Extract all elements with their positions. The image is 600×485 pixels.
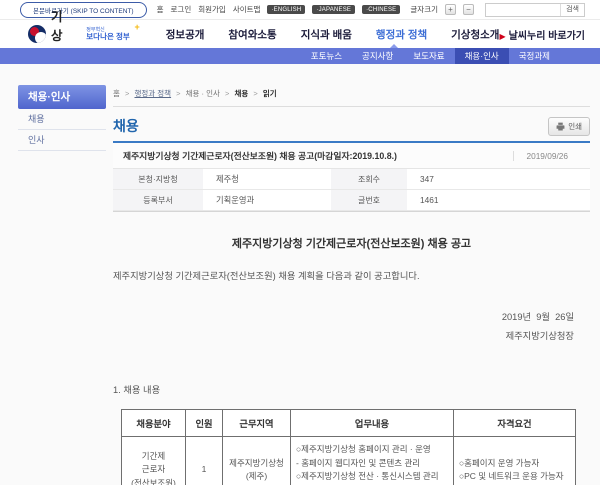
field-label-post-number: 글번호 — [331, 190, 407, 211]
breadcrumb-admin-policy[interactable]: 행정과 정책 — [134, 89, 171, 98]
site-header: 기상청 정부혁신 보다나은 정부 + 정보공개 참여와소통 지식과 배움 행정과… — [0, 20, 600, 48]
qualification-line: ○홈페이지 운영 가능자 — [459, 457, 570, 471]
sidebar: 채용·인사 채용 인사 — [18, 85, 106, 151]
subnav-notices[interactable]: 공지사항 — [352, 48, 403, 64]
sitemap-link[interactable]: 사이트맵 — [233, 4, 261, 15]
search-button[interactable]: 검색 — [560, 4, 584, 16]
font-size-label: 글자크기 — [410, 4, 438, 15]
nav-item-info-disclosure[interactable]: 정보공개 — [166, 27, 205, 42]
article-body: 제주지방기상청 기간제근로자(전산보조원) 채용 공고 제주지방기상청 기간제근… — [113, 235, 590, 485]
sidebar-title: 채용·인사 — [18, 85, 106, 109]
main-nav: 정보공개 참여와소통 지식과 배움 행정과 정책 기상청소개 — [166, 27, 500, 42]
breadcrumb-separator: > — [125, 89, 129, 98]
lang-english-button[interactable]: ·ENGLISH — [267, 5, 305, 14]
subnav-photo-news[interactable]: 포토뉴스 — [301, 48, 352, 64]
weather-link-label: 날씨누리 바로가기 — [509, 31, 585, 42]
nav-item-knowledge[interactable]: 지식과 배움 — [301, 27, 352, 42]
print-button-label: 인쇄 — [568, 121, 582, 132]
duty-line: ○제주지방기상청 홈페이지 관리 · 운영 — [296, 443, 448, 457]
field-value-post-number: 1461 — [407, 190, 590, 211]
col-header-field: 채용분야 — [122, 410, 186, 437]
font-size-increase-button[interactable]: + — [445, 4, 456, 15]
page: 본문바로가기 (SKIP TO CONTENT) 홈 로그인 회원가입 사이트맵… — [0, 0, 600, 485]
recruitment-table: 채용분야 인원 근무지역 업무내용 자격요건 기간제 근로자 (전산보조원) 1… — [121, 409, 576, 485]
lang-japanese-button[interactable]: ·JAPANESE — [312, 5, 355, 14]
cell-qualifications: ○홈페이지 운영 가능자 ○PC 및 네트워크 운용 가능자 — [454, 437, 576, 485]
cell-location: 제주지방기상청 (제주) — [223, 437, 291, 485]
field-value-department: 기획운영과 — [203, 190, 331, 211]
printer-icon — [556, 122, 565, 131]
article-signature: 제주지방기상청장 — [113, 328, 590, 342]
print-button[interactable]: 인쇄 — [548, 117, 590, 136]
breadcrumb-separator: > — [253, 89, 257, 98]
weather-portal-link[interactable]: ▶ 날씨누리 바로가기 — [499, 27, 585, 42]
font-size-decrease-button[interactable]: − — [463, 4, 474, 15]
col-header-count: 인원 — [186, 410, 223, 437]
breadcrumb-separator: > — [176, 89, 180, 98]
breadcrumb-recruit-personnel[interactable]: 채용 · 인사 — [186, 89, 220, 98]
field-label-department: 등록부서 — [113, 190, 203, 211]
login-link[interactable]: 로그인 — [171, 4, 192, 15]
lang-chinese-button[interactable]: ·CHINESE — [362, 5, 400, 14]
badge-plus-icon: + — [134, 23, 139, 32]
cell-duties: ○제주지방기상청 홈페이지 관리 · 운영 - 홈페이지 웹디자인 및 콘텐츠 … — [291, 437, 454, 485]
subnav-pointer-icon — [390, 44, 398, 48]
sidebar-item-recruitment[interactable]: 채용 — [18, 109, 106, 130]
breadcrumb-separator: > — [225, 89, 229, 98]
cell-count: 1 — [186, 437, 223, 485]
article-intro: 제주지방기상청 기간제근로자(전산보조원) 채용 계획을 다음과 같이 공고합니… — [113, 268, 590, 282]
nav-item-participation[interactable]: 참여와소통 — [228, 27, 276, 42]
breadcrumb-read: 읽기 — [263, 89, 277, 98]
page-title-row: 채용 인쇄 — [113, 116, 590, 136]
government-emblem-icon — [28, 25, 46, 43]
cell-field: 기간제 근로자 (전산보조원) — [122, 437, 186, 485]
main-content: 홈 > 행정과 정책 > 채용 · 인사 > 채용 > 읽기 채용 인쇄 — [111, 85, 590, 485]
field-label-views: 조회수 — [331, 169, 407, 190]
post-date-divider — [513, 151, 514, 161]
nav-item-admin-policy[interactable]: 행정과 정책 — [376, 27, 427, 42]
post-date: 2019/09/26 — [526, 151, 580, 161]
sub-nav-bar: 포토뉴스 공지사항 보도자료 채용·인사 국정과제 — [0, 48, 600, 64]
col-header-location: 근무지역 — [223, 410, 291, 437]
field-value-views: 347 — [407, 169, 590, 190]
qualification-line: ○PC 및 네트워크 운용 가능자 — [459, 470, 570, 484]
subnav-press-releases[interactable]: 보도자료 — [403, 48, 454, 64]
search-box: 검색 — [485, 3, 585, 17]
section-1-heading: 1. 채용 내용 — [113, 382, 590, 396]
topbar-right: 홈 로그인 회원가입 사이트맵 ·ENGLISH ·JAPANESE ·CHIN… — [157, 3, 585, 17]
nav-item-about-kma[interactable]: 기상청소개 — [451, 27, 499, 42]
table-row: 기간제 근로자 (전산보조원) 1 제주지방기상청 (제주) ○제주지방기상청 … — [122, 437, 576, 485]
content-area: 채용·인사 채용 인사 홈 > 행정과 정책 > 채용 · 인사 > 채용 > … — [0, 64, 600, 485]
breadcrumb-home[interactable]: 홈 — [113, 89, 120, 98]
breadcrumb-recruitment[interactable]: 채용 — [235, 89, 249, 98]
subnav-recruitment[interactable]: 채용·인사 — [455, 48, 509, 64]
post-info-table: 제주지방기상청 기간제근로자(전산보조원) 채용 공고(마감일자:2019.10… — [113, 143, 590, 212]
post-title: 제주지방기상청 기간제근로자(전산보조원) 채용 공고(마감일자:2019.10… — [123, 149, 501, 162]
home-link[interactable]: 홈 — [157, 4, 164, 15]
breadcrumb: 홈 > 행정과 정책 > 채용 · 인사 > 채용 > 읽기 — [113, 85, 590, 107]
duty-line: ○제주지방기상청 전산 · 통신시스템 관리 보조 — [296, 470, 448, 485]
article-title: 제주지방기상청 기간제근로자(전산보조원) 채용 공고 — [113, 235, 590, 251]
field-label-agency: 본청·지방청 — [113, 169, 203, 190]
recruitment-table-header-row: 채용분야 인원 근무지역 업무내용 자격요건 — [122, 410, 576, 437]
signup-link[interactable]: 회원가입 — [198, 4, 226, 15]
field-value-agency: 제주청 — [203, 169, 331, 190]
subnav-national-agenda[interactable]: 국정과제 — [509, 48, 560, 64]
search-input[interactable] — [486, 5, 560, 14]
post-fields: 본청·지방청 제주청 조회수 347 등록부서 기획운영과 글번호 1461 — [113, 169, 590, 211]
page-title: 채용 — [113, 116, 139, 136]
badge-main-text: 보다나은 정부 — [86, 33, 129, 41]
red-arrow-icon: ▶ — [499, 32, 505, 41]
article-date: 2019년 9월 26일 — [113, 309, 590, 323]
post-title-row: 제주지방기상청 기간제근로자(전산보조원) 채용 공고(마감일자:2019.10… — [113, 143, 590, 169]
col-header-duties: 업무내용 — [291, 410, 454, 437]
col-header-qualifications: 자격요건 — [454, 410, 576, 437]
sidebar-item-personnel[interactable]: 인사 — [18, 130, 106, 151]
gov-innovation-badge: 정부혁신 보다나은 정부 + — [82, 26, 137, 43]
duty-line: - 홈페이지 웹디자인 및 콘텐츠 관리 — [296, 457, 448, 471]
